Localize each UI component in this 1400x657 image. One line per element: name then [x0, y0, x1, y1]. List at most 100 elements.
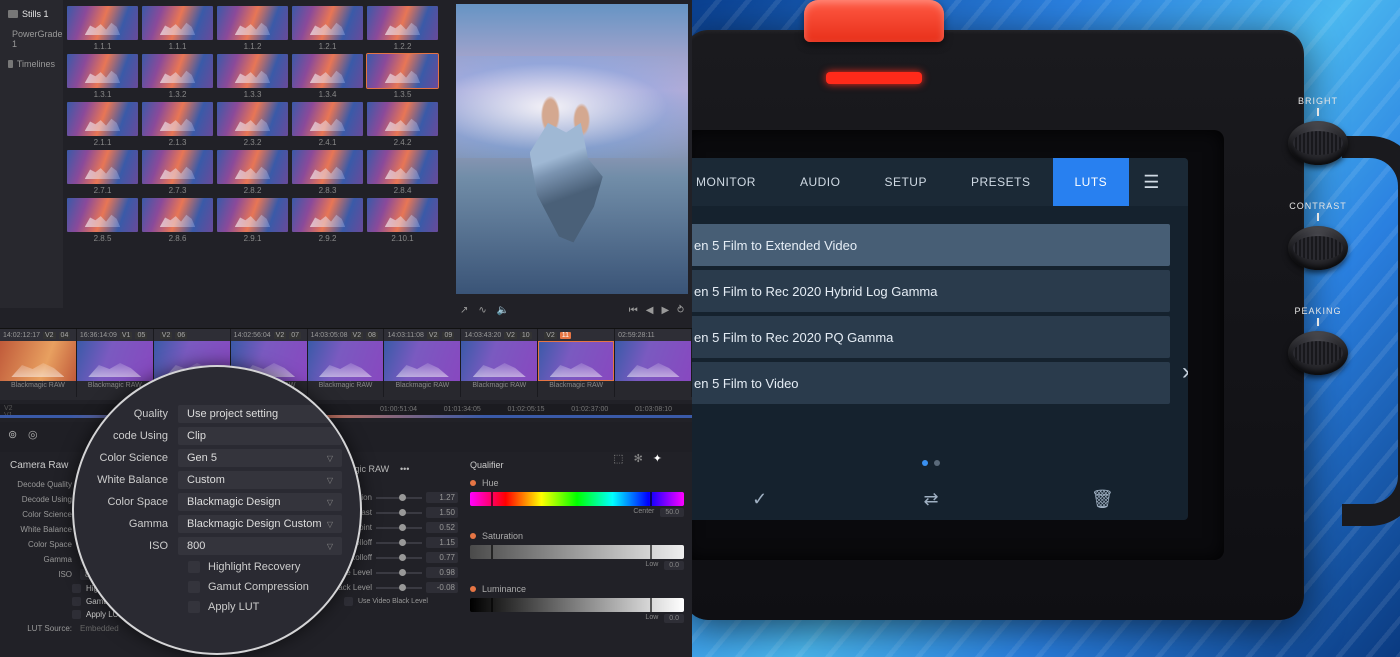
timeline-clip[interactable]: 14:03:11:08V209 Blackmagic RAW: [384, 329, 461, 397]
timeline-clip[interactable]: 14:03:05:08V208 Blackmagic RAW: [308, 329, 385, 397]
checkbox[interactable]: [188, 581, 200, 593]
gallery-item[interactable]: PowerGrade 1: [0, 24, 63, 54]
tally-button[interactable]: [804, 0, 944, 42]
swap-icon[interactable]: ⇄: [917, 488, 945, 510]
bypass-icon[interactable]: ↗: [460, 305, 468, 316]
checkbox[interactable]: [72, 584, 81, 593]
gamma-slider[interactable]: [376, 557, 422, 559]
lcd-tab-audio[interactable]: AUDIO: [778, 158, 863, 206]
viewer: ↗ ∿ 🔈 ⏮ ◀ ▶ ⥁: [452, 0, 692, 325]
still-thumbnail[interactable]: 2.9.1: [217, 198, 288, 243]
mag-dropdown[interactable]: Clip: [178, 427, 342, 445]
gamma-slider[interactable]: [376, 542, 422, 544]
mag-dropdown[interactable]: Use project setting: [178, 405, 342, 423]
lut-item[interactable]: en 5 Film to Rec 2020 Hybrid Log Gamma: [692, 270, 1170, 312]
gallery-item[interactable]: Stills 1: [0, 4, 63, 24]
gamma-slider[interactable]: [376, 497, 422, 499]
camera-view: MONITORAUDIOSETUPPRESETSLUTS☰ en 5 Film …: [692, 0, 1400, 657]
lut-item[interactable]: en 5 Film to Video: [692, 362, 1170, 404]
still-thumbnail[interactable]: 2.7.3: [142, 150, 213, 195]
still-thumbnail[interactable]: 1.2.2: [367, 6, 438, 51]
snow-icon[interactable]: ✻: [634, 452, 643, 465]
lut-list: en 5 Film to Extended Videoen 5 Film to …: [692, 206, 1188, 404]
lut-item[interactable]: en 5 Film to Extended Video: [692, 224, 1170, 266]
video-black-checkbox[interactable]: [344, 597, 353, 606]
settings-icon[interactable]: ☰: [1129, 158, 1174, 206]
mag-dropdown[interactable]: Blackmagic Design▽: [178, 493, 342, 511]
still-thumbnail[interactable]: 2.9.2: [292, 198, 363, 243]
still-thumbnail[interactable]: 1.1.2: [217, 6, 288, 51]
lcd-tab-luts[interactable]: LUTS: [1053, 158, 1130, 206]
spline-icon[interactable]: ∿: [478, 305, 486, 316]
lcd-tab-setup[interactable]: SETUP: [862, 158, 949, 206]
still-thumbnail[interactable]: 2.1.1: [67, 102, 138, 147]
lcd-tab-presets[interactable]: PRESETS: [949, 158, 1053, 206]
still-thumbnail[interactable]: 2.8.4: [367, 150, 438, 195]
picker-icon[interactable]: ✦: [653, 452, 662, 465]
camera-body: MONITORAUDIOSETUPPRESETSLUTS☰ en 5 Film …: [692, 30, 1304, 620]
still-thumbnail[interactable]: 2.4.1: [292, 102, 363, 147]
gamma-slider[interactable]: [376, 527, 422, 529]
mag-dropdown[interactable]: 800▽: [178, 537, 342, 555]
checkbox[interactable]: [188, 561, 200, 573]
lut-item[interactable]: en 5 Film to Rec 2020 PQ Gamma: [692, 316, 1170, 358]
still-thumbnail[interactable]: 2.10.1: [367, 198, 438, 243]
camera-lcd: MONITORAUDIOSETUPPRESETSLUTS☰ en 5 Film …: [692, 130, 1224, 560]
speaker-icon[interactable]: 🔈: [497, 305, 509, 316]
qualifier-panel: Qualifier ⬚ ✻ ✦ Hue Center50.0 Saturatio…: [462, 454, 692, 657]
still-thumbnail[interactable]: 1.3.5: [367, 54, 438, 99]
next-page-icon[interactable]: ›: [1182, 358, 1188, 386]
loop-icon[interactable]: ⥁: [677, 305, 684, 316]
side-controls: BRIGHTCONTRASTPEAKING: [1278, 96, 1358, 556]
gamma-slider[interactable]: [376, 512, 422, 514]
prev-icon[interactable]: ⏮: [629, 305, 638, 316]
still-thumbnail[interactable]: 2.1.3: [142, 102, 213, 147]
still-thumbnail[interactable]: 1.3.4: [292, 54, 363, 99]
timeline-strip: 14:02:12:17V204 Blackmagic RAW 16:36:14:…: [0, 328, 692, 400]
still-thumbnail[interactable]: 2.8.2: [217, 150, 288, 195]
gallery-sidebar: Stills 1PowerGrade 1Timelines: [0, 0, 63, 308]
still-thumbnail[interactable]: 2.8.5: [67, 198, 138, 243]
gamma-slider[interactable]: [376, 572, 422, 574]
tally-light: [826, 72, 922, 84]
track-timeline[interactable]: V2 V1 01:00:51:0401:01:34:0501:02:05:150…: [0, 404, 692, 418]
timeline-clip[interactable]: 14:03:43:20V210 Blackmagic RAW: [461, 329, 538, 397]
still-thumbnail[interactable]: 1.1.1: [67, 6, 138, 51]
confirm-icon[interactable]: ✓: [746, 488, 774, 510]
still-thumbnail[interactable]: 1.3.3: [217, 54, 288, 99]
still-thumbnail[interactable]: 2.8.6: [142, 198, 213, 243]
qualifier-lum-bar[interactable]: [470, 598, 684, 612]
viewer-image[interactable]: [456, 4, 688, 294]
still-thumbnail[interactable]: 2.3.2: [217, 102, 288, 147]
still-thumbnail[interactable]: 2.4.2: [367, 102, 438, 147]
checkbox[interactable]: [72, 610, 81, 619]
peaking-dial[interactable]: [1288, 331, 1348, 375]
still-thumbnail[interactable]: 1.1.1: [142, 6, 213, 51]
timeline-clip[interactable]: 14:02:12:17V204 Blackmagic RAW: [0, 329, 77, 397]
curves-icon[interactable]: ⊚: [8, 428, 22, 442]
qualifier-sat-bar[interactable]: [470, 545, 684, 559]
mag-dropdown[interactable]: Gen 5▽: [178, 449, 342, 467]
still-thumbnail[interactable]: 1.3.2: [142, 54, 213, 99]
still-thumbnail[interactable]: 1.3.1: [67, 54, 138, 99]
checkbox[interactable]: [72, 597, 81, 606]
timeline-clip[interactable]: 02:59:28:11: [615, 329, 692, 397]
timeline-clip[interactable]: V211 Blackmagic RAW: [538, 329, 615, 397]
next-icon[interactable]: ▶: [661, 305, 669, 316]
lcd-tab-monitor[interactable]: MONITOR: [692, 158, 778, 206]
gallery-item[interactable]: Timelines: [0, 54, 63, 74]
still-thumbnail[interactable]: 1.2.1: [292, 6, 363, 51]
play-icon[interactable]: ◀: [646, 305, 654, 316]
bright-dial[interactable]: [1288, 121, 1348, 165]
mag-dropdown[interactable]: Blackmagic Design Custom▽: [178, 515, 342, 533]
still-thumbnail[interactable]: 2.8.3: [292, 150, 363, 195]
qualifier-hue-bar[interactable]: [470, 492, 684, 506]
magic-icon[interactable]: ⬚: [613, 452, 623, 465]
still-thumbnail[interactable]: 2.7.1: [67, 150, 138, 195]
checkbox[interactable]: [188, 601, 200, 613]
trash-icon[interactable]: 🗑: [1088, 488, 1116, 510]
contrast-dial[interactable]: [1288, 226, 1348, 270]
wheels-icon[interactable]: ◎: [28, 428, 42, 442]
gamma-slider[interactable]: [376, 587, 422, 589]
mag-dropdown[interactable]: Custom▽: [178, 471, 342, 489]
